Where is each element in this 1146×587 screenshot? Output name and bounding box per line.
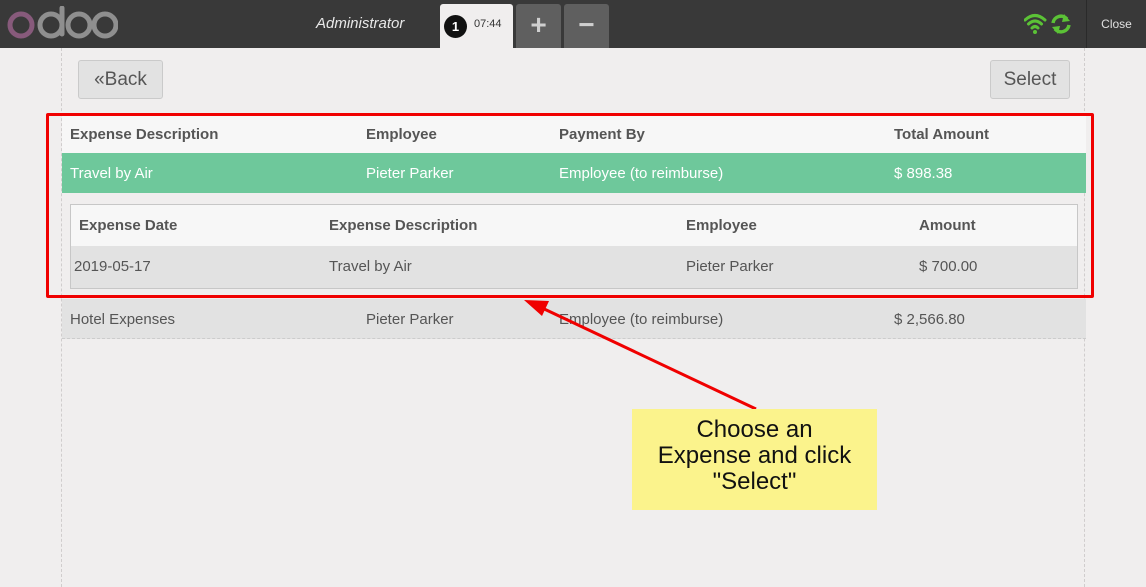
wifi-icon — [1024, 14, 1047, 34]
annotation-callout: Choose an Expense and click "Select" — [632, 409, 877, 510]
odoo-logo-icon — [7, 6, 118, 39]
double-chevron-left-icon: « — [94, 69, 105, 90]
order-time: 07:44 — [474, 18, 502, 30]
expense-description: Hotel Expenses — [70, 311, 176, 328]
callout-line: Expense and click — [657, 442, 852, 469]
callout-line: Choose an — [696, 416, 813, 443]
total-amount: $ 2,566.80 — [894, 311, 965, 328]
back-button[interactable]: «Back — [78, 60, 163, 99]
table-row[interactable]: Hotel Expenses Pieter Parker Employee (t… — [62, 299, 1086, 339]
order-number-badge: 1 — [444, 15, 467, 38]
cashier-name[interactable]: Administrator — [316, 15, 404, 32]
select-button[interactable]: Select — [990, 60, 1070, 99]
remove-order-button[interactable]: − — [564, 4, 609, 48]
payment-by: Employee (to reimburse) — [559, 311, 724, 328]
sync-icon[interactable] — [1051, 14, 1071, 34]
pos-topbar: Administrator 1 07:44 + − Close — [0, 0, 1146, 48]
back-button-label: Back — [104, 69, 147, 90]
close-button[interactable]: Close — [1086, 0, 1146, 48]
connection-status — [1024, 14, 1071, 34]
callout-line: "Select" — [712, 468, 797, 495]
order-tab-1[interactable]: 1 07:44 — [440, 4, 513, 48]
employee: Pieter Parker — [366, 311, 454, 328]
add-order-button[interactable]: + — [516, 4, 561, 48]
annotation-highlight-box — [46, 113, 1094, 298]
